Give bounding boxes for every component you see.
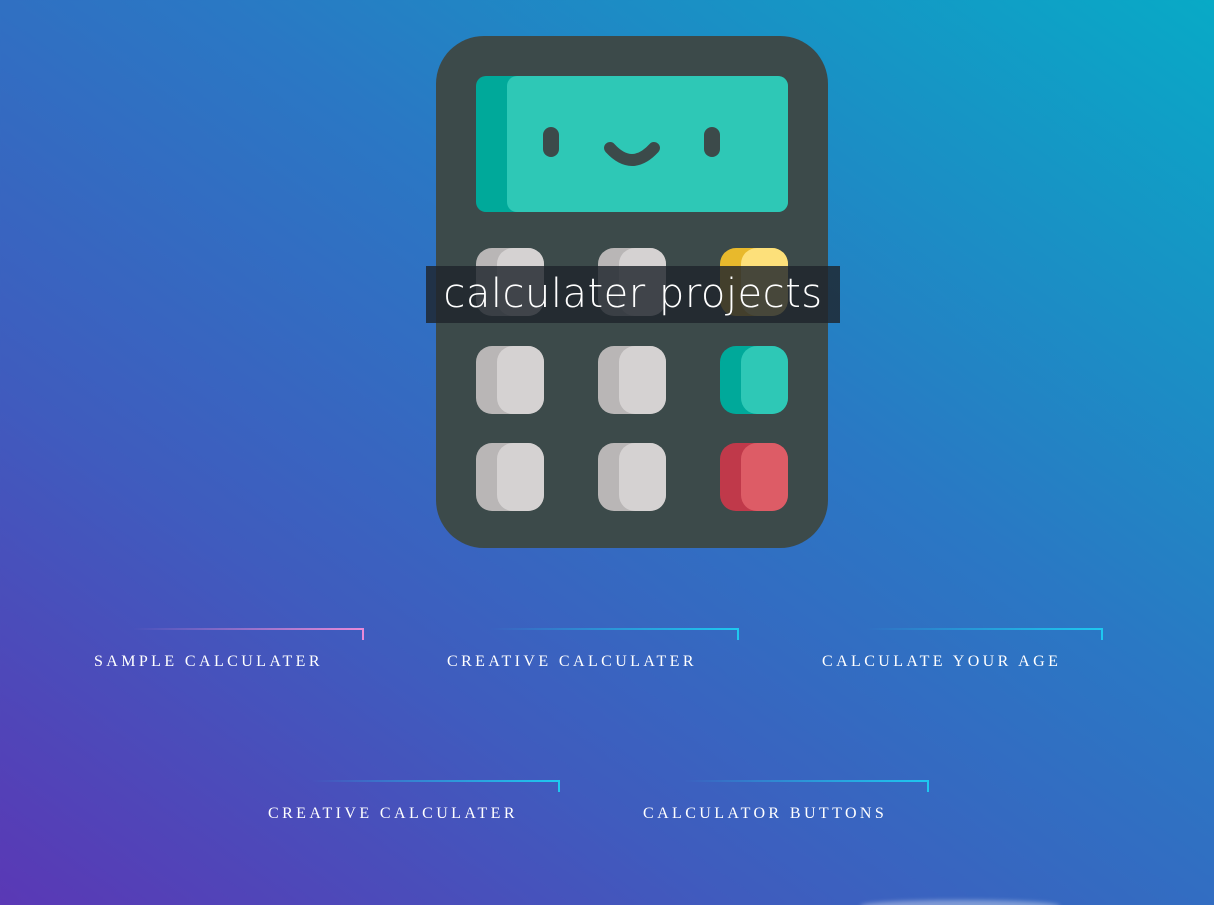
calculator-key	[598, 346, 666, 414]
decorative-glow	[860, 900, 1060, 905]
link-label: CREATIVE CALCULATER	[447, 653, 697, 670]
corner-accent	[867, 628, 1103, 640]
link-label: CREATIVE CALCULATER	[268, 805, 518, 822]
calculator-screen	[476, 76, 788, 212]
link-calculator-buttons[interactable]: CALCULATOR BUTTONS	[643, 780, 929, 849]
calculator-key-teal	[720, 346, 788, 414]
corner-accent	[134, 628, 364, 640]
calculator-key	[598, 443, 666, 511]
link-label: CALCULATE YOUR AGE	[822, 653, 1062, 670]
calculator-key	[476, 346, 544, 414]
link-sample-calculater[interactable]: SAMPLE CALCULATER	[94, 628, 364, 697]
page-title: calculater projects	[426, 266, 840, 323]
calculator-key-red	[720, 443, 788, 511]
corner-accent	[312, 780, 560, 792]
corner-accent	[685, 780, 929, 792]
link-creative-calculater[interactable]: CREATIVE CALCULATER	[447, 628, 739, 697]
link-creative-calculater-2[interactable]: CREATIVE CALCULATER	[268, 780, 560, 849]
corner-accent	[491, 628, 739, 640]
calculator-key	[476, 443, 544, 511]
link-label: SAMPLE CALCULATER	[94, 653, 323, 670]
link-label: CALCULATOR BUTTONS	[643, 805, 888, 822]
link-calculate-your-age[interactable]: CALCULATE YOUR AGE	[822, 628, 1103, 697]
